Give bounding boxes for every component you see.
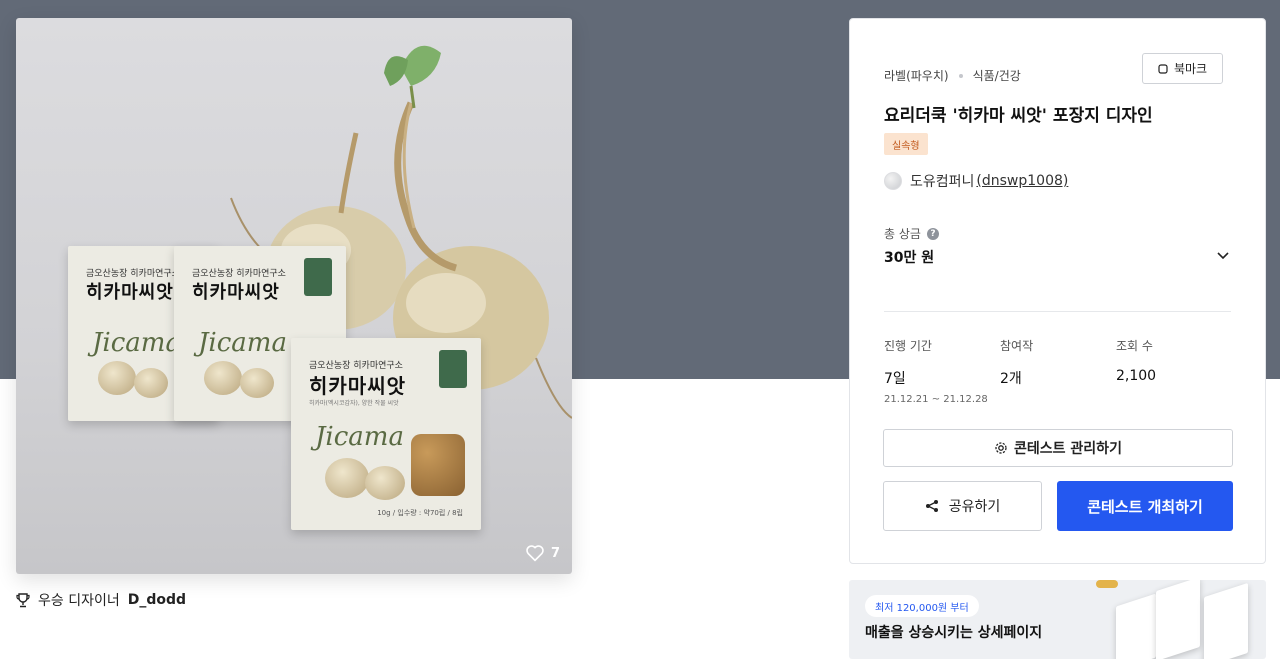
stat-period: 진행 기간 7일 21.12.21 ~ 21.12.28 <box>884 337 988 405</box>
pouch-script: Jicama <box>198 328 287 358</box>
pouch-title: 히카마씨앗 <box>86 282 174 303</box>
share-label: 공유하기 <box>948 499 1001 515</box>
bookmark-icon <box>1158 63 1168 74</box>
like-count: 7 <box>550 545 560 561</box>
manage-contest-label: 콘테스트 관리하기 <box>1014 441 1122 457</box>
share-icon <box>925 500 938 512</box>
category-main[interactable]: 라벨(파우치) <box>884 67 949 84</box>
winner-label: 우승 디자이너 <box>38 593 120 609</box>
product-pouch-front: 금오산농장 히카마연구소 히카마씨앗 히카마(멕시코감자), 양한 작물 씨앗 … <box>291 338 481 530</box>
contest-type-badge: 실속형 <box>884 133 928 155</box>
host-name: 도유컴퍼니 <box>910 174 975 190</box>
pouch-script: Jicama <box>92 328 181 358</box>
stat-value: 7일 <box>884 371 906 387</box>
category-sub[interactable]: 식품/건강 <box>973 67 1021 84</box>
avatar <box>884 172 902 190</box>
chevron-down-icon <box>1217 252 1229 260</box>
share-button[interactable]: 공유하기 <box>883 481 1042 531</box>
seed-window <box>411 434 465 496</box>
ad-price-tag: 최저 120,000원 부터 <box>865 595 979 617</box>
host-handle[interactable]: (dnswp1008) <box>976 173 1068 189</box>
like-button[interactable]: 7 <box>525 544 560 562</box>
stat-views: 조회 수 2,100 <box>1116 337 1156 384</box>
manage-contest-button[interactable]: 콘테스트 관리하기 <box>883 429 1233 467</box>
stat-label: 진행 기간 <box>884 339 932 353</box>
winner-name[interactable]: D_dodd <box>128 592 186 608</box>
pouch-weight-text: 10g / 입수량 : 약70립 / 8립 <box>377 509 463 517</box>
stat-date-range: 21.12.21 ~ 21.12.28 <box>884 394 988 405</box>
help-icon[interactable]: ? <box>926 227 939 240</box>
breadcrumb: 라벨(파우치) 식품/건강 <box>884 67 1021 84</box>
winner-designer: 우승 디자이너 D_dodd <box>16 590 186 610</box>
breadcrumb-separator <box>958 73 963 78</box>
prize-expand-toggle[interactable] <box>1217 245 1229 264</box>
stat-value: 2,100 <box>1116 368 1157 384</box>
stat-entries: 참여작 2개 <box>1000 337 1033 388</box>
stat-label: 조회 수 <box>1116 339 1153 353</box>
stat-value: 2개 <box>1000 371 1022 387</box>
divider <box>884 311 1231 312</box>
stat-label: 참여작 <box>1000 339 1034 353</box>
bookmark-button[interactable]: 북마크 <box>1142 53 1223 84</box>
bookmark-label: 북마크 <box>1173 62 1208 76</box>
pouch-sub-text: 히카마(멕시코감자), 양한 작물 씨앗 <box>309 400 399 407</box>
ad-headline: 매출을 상승시키는 상세페이지 <box>865 625 1043 641</box>
pouch-title: 히카마씨앗 <box>192 282 280 303</box>
contest-title: 요리더쿡 '히카마 씨앗' 포장지 디자인 <box>884 106 1153 126</box>
product-image[interactable]: 금오산농장 히카마연구소 히카마씨앗 Jicama 금오산농장 히카마연구소 히… <box>16 18 572 574</box>
pouch-logo-badge <box>304 258 332 296</box>
host-contest-button[interactable]: 콘테스트 개최하기 <box>1057 481 1233 531</box>
host-info[interactable]: 도유컴퍼니 (dnswp1008) <box>884 171 1068 191</box>
pouch-script: Jicama <box>315 422 404 452</box>
heart-icon <box>526 545 544 562</box>
ad-illustration <box>1096 580 1266 659</box>
contest-info-panel: 라벨(파우치) 식품/건강 북마크 요리더쿡 '히카마 씨앗' 포장지 디자인 … <box>849 18 1266 564</box>
prize-value: 30만 원 <box>884 250 935 266</box>
ad-banner[interactable]: 최저 120,000원 부터 매출을 상승시키는 상세페이지 <box>849 580 1266 659</box>
pouch-title: 히카마씨앗 <box>309 374 406 398</box>
trophy-icon <box>16 592 30 607</box>
pouch-logo-badge <box>439 350 467 388</box>
gear-icon <box>995 442 1007 454</box>
prize-label-text: 총 상금 <box>884 227 921 241</box>
prize-label: 총 상금 ? <box>884 225 939 242</box>
